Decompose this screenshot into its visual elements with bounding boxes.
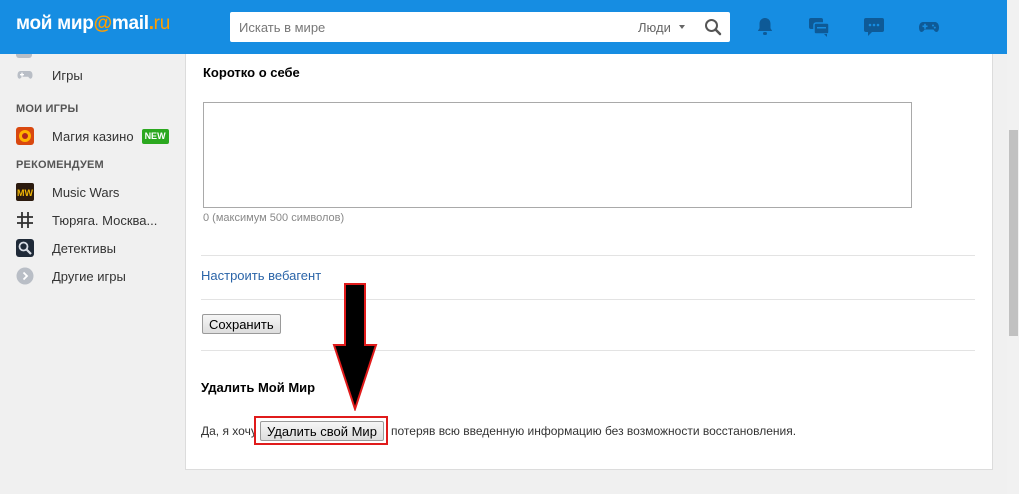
hash-icon — [17, 212, 33, 228]
sidebar-item-label: Игры — [52, 67, 83, 83]
magnifier-game-icon — [16, 239, 34, 257]
logo-main: мой мир — [16, 13, 94, 34]
sidebar-item-turyaga[interactable]: Тюряга. Москва... — [16, 209, 157, 231]
sidebar-item-label: Другие игры — [52, 268, 126, 284]
chevron-right-icon — [16, 267, 34, 285]
sidebar-item-label: Магия казино — [52, 128, 134, 144]
my-games-heading: МОИ ИГРЫ — [16, 103, 79, 115]
new-badge: NEW — [141, 128, 169, 144]
scrollbar-thumb[interactable] — [1009, 130, 1018, 336]
chat-icon[interactable] — [862, 15, 886, 39]
sidebar-item-other-games[interactable]: Другие игры — [16, 265, 126, 287]
sidebar-item-music-wars[interactable]: MW Music Wars — [16, 181, 119, 203]
divider — [201, 350, 975, 351]
delete-section-title: Удалить Мой Мир — [201, 380, 316, 395]
casino-game-icon — [16, 127, 34, 145]
sidebar-item-detectives[interactable]: Детективы — [16, 237, 116, 259]
delete-world-button[interactable]: Удалить свой Мир — [260, 421, 384, 441]
site-logo[interactable]: мой мир@mail.ru — [16, 13, 170, 35]
char-counter: 0 (максимум 500 символов) — [203, 212, 345, 224]
gamepad-icon[interactable] — [917, 15, 941, 39]
bell-icon[interactable] — [753, 15, 777, 39]
search-box: Люди — [230, 12, 730, 42]
delete-prefix-text: Да, я хочу — [201, 424, 257, 438]
page-scrollbar[interactable] — [1007, 0, 1019, 494]
divider — [201, 255, 975, 256]
sidebar-item-label: Music Wars — [52, 184, 120, 200]
logo-ru: ru — [153, 13, 171, 34]
search-input[interactable] — [230, 12, 620, 42]
svg-text:MW: MW — [17, 188, 33, 198]
logo-mail: mail — [111, 13, 149, 34]
divider — [201, 299, 975, 300]
cut-off-sidebar-icon — [16, 54, 32, 58]
music-wars-icon: MW — [16, 183, 34, 201]
search-icon[interactable] — [704, 18, 722, 36]
save-button[interactable]: Сохранить — [202, 314, 281, 334]
recommended-heading: РЕКОМЕНДУЕМ — [16, 159, 104, 171]
sidebar-item-label: Детективы — [52, 240, 116, 256]
top-header: мой мир@mail.ru Люди — [0, 0, 1007, 54]
search-scope-dropdown[interactable]: Люди — [638, 20, 671, 35]
messages-icon[interactable] — [807, 15, 831, 39]
about-textarea[interactable] — [203, 102, 912, 208]
sidebar-item-magic-casino[interactable]: Магия казино NEW — [16, 125, 169, 147]
sidebar-item-label: Тюряга. Москва... — [52, 212, 158, 228]
delete-suffix-text: потеряв всю введенную информацию без воз… — [391, 424, 797, 438]
annotation-arrow-icon — [332, 283, 378, 411]
sidebar-item-games[interactable]: Игры — [16, 64, 83, 86]
logo-at: @ — [93, 13, 113, 34]
about-section-title: Коротко о себе — [203, 65, 300, 80]
caret-down-icon — [679, 25, 685, 29]
configure-webagent-link[interactable]: Настроить вебагент — [201, 268, 321, 283]
gamepad-icon — [17, 71, 33, 79]
